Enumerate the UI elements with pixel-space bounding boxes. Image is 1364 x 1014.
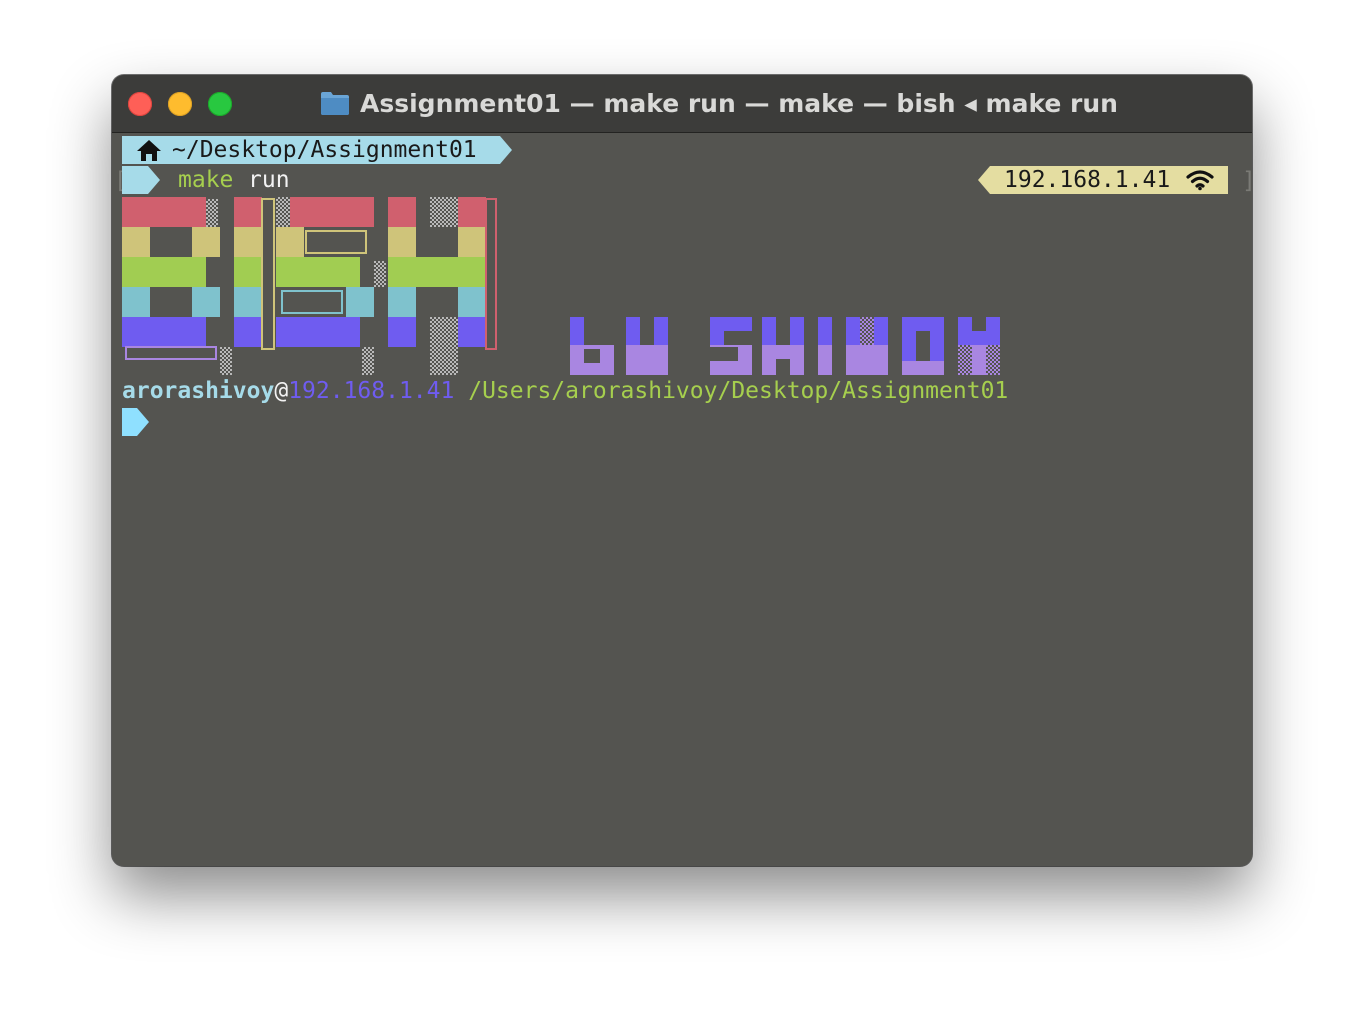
byline-art	[570, 317, 1000, 375]
close-button[interactable]	[128, 92, 152, 116]
segment-arrow	[500, 136, 512, 164]
bracket-close: ]	[1242, 166, 1252, 196]
terminal-content[interactable]: ~/Desktop/Assignment01 [ make run 192.16…	[112, 133, 1252, 866]
letter-h	[388, 197, 497, 375]
prompt-directory: ~/Desktop/Assignment01	[172, 137, 477, 163]
minimize-icon	[175, 99, 185, 109]
shell-host: 192.168.1.41	[288, 378, 455, 404]
prompt-directory-segment: ~/Desktop/Assignment01	[122, 136, 500, 164]
close-icon	[135, 99, 145, 109]
minimize-button[interactable]	[168, 92, 192, 116]
terminal-window[interactable]: Assignment01 — make run — make — bish ◂ …	[112, 75, 1252, 866]
command-keyword: make	[178, 167, 234, 193]
command-argument: run	[248, 167, 290, 193]
title-bar[interactable]: Assignment01 — make run — make — bish ◂ …	[112, 75, 1252, 133]
shell-prompt-line: arorashivoy@192.168.1.41 /Users/arorashi…	[122, 376, 1008, 406]
shell-at: @	[274, 378, 289, 404]
ip-segment-arrow	[978, 166, 990, 194]
prompt-arrow-icon	[122, 408, 149, 436]
prompt-mini-segment	[122, 166, 148, 194]
letter-s	[276, 197, 386, 375]
letter-i	[234, 197, 275, 350]
ip-segment: 192.168.1.41	[990, 166, 1228, 194]
zoom-button[interactable]	[208, 92, 232, 116]
ip-address: 192.168.1.41	[1004, 167, 1171, 193]
window-title-text: Assignment01 — make run — make — bish ◂ …	[360, 88, 1118, 118]
window-title: Assignment01 — make run — make — bish ◂ …	[320, 87, 1118, 119]
prompt-mini-arrow	[148, 166, 160, 194]
folder-icon	[321, 92, 349, 115]
wifi-icon	[1186, 170, 1214, 191]
shell-user: arorashivoy	[122, 378, 275, 404]
shell-path: /Users/arorashivoy/Desktop/Assignment01	[468, 378, 1009, 404]
bish-banner-art	[122, 197, 1000, 375]
zoom-icon	[215, 99, 225, 109]
home-icon	[137, 140, 161, 161]
letter-b	[122, 197, 232, 375]
